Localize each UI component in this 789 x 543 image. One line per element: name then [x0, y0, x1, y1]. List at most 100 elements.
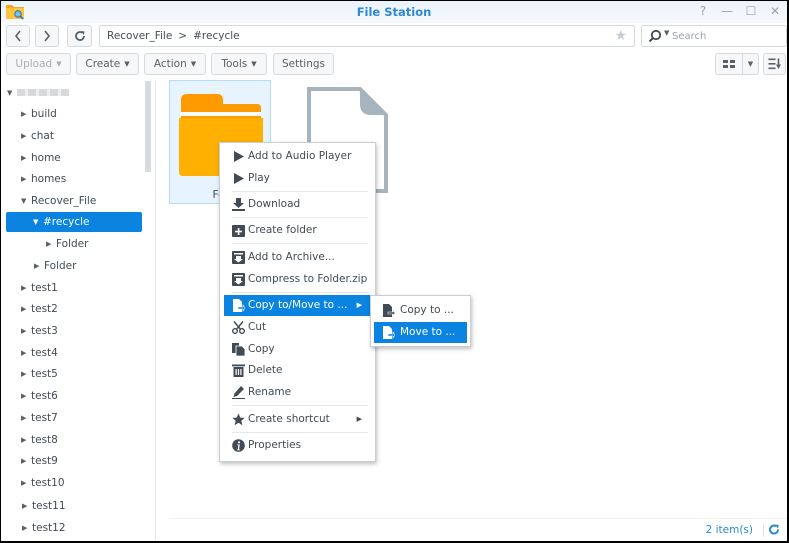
favorite-star-icon[interactable]: ★	[614, 29, 627, 43]
menu-item-cut[interactable]: Cut	[224, 317, 371, 338]
refresh-icon[interactable]	[768, 523, 780, 536]
tree-item-test12[interactable]: ▶ test12	[22, 518, 66, 538]
collapsed-arrow-icon[interactable]: ▶	[22, 496, 32, 516]
tree-item-test1[interactable]: ▶ test1	[21, 278, 58, 298]
action-label: Action	[153, 58, 187, 70]
search-input[interactable]	[672, 28, 782, 44]
forward-button[interactable]	[35, 25, 59, 47]
submenu-arrow-icon: ▶	[356, 301, 362, 309]
tree-item-home[interactable]: ▶ home	[21, 148, 61, 168]
tree-item-test3[interactable]: ▶ test3	[21, 321, 58, 341]
path-bar[interactable]: Recover_File > #recycle ★	[99, 25, 635, 47]
expanded-arrow-icon[interactable]: ▼	[7, 83, 17, 103]
menu-item-download[interactable]: Download	[224, 194, 371, 215]
tree-item-folder[interactable]: ▶ Folder	[34, 256, 76, 276]
menu-item-add-to-audio-player[interactable]: Add to Audio Player	[224, 146, 371, 167]
search-options-caret-icon[interactable]: ▼	[664, 29, 669, 37]
collapsed-arrow-icon[interactable]: ▶	[21, 343, 31, 363]
tree-item-test9[interactable]: ▶ test9	[21, 451, 58, 471]
menu-item-properties[interactable]: Properties	[224, 435, 371, 456]
pencil-icon	[232, 386, 245, 399]
menu-separator	[232, 217, 368, 218]
sidebar-scrollbar[interactable]	[145, 81, 151, 172]
tree-item-build[interactable]: ▶ build	[21, 104, 57, 124]
collapsed-arrow-icon[interactable]: ▶	[21, 299, 31, 319]
menu-item-copy-move-to[interactable]: Copy to/Move to ... ▶	[224, 295, 371, 316]
create-button[interactable]: Create ▼	[76, 53, 139, 75]
collapsed-arrow-icon[interactable]: ▶	[21, 104, 31, 124]
refresh-icon	[74, 31, 85, 41]
submenu-item-label: Copy to ...	[400, 304, 454, 316]
settings-button[interactable]: Settings	[273, 53, 334, 75]
collapsed-arrow-icon[interactable]: ▶	[34, 256, 44, 276]
maximize-button[interactable]: ☐	[744, 4, 758, 18]
tree-root[interactable]: ▼	[7, 83, 69, 103]
file-station-window: File Station ? — ☐ ✕ Recover_File > #recyc…	[1, 1, 787, 541]
submenu-item-move-to[interactable]: Move to ...	[374, 322, 467, 343]
play-icon	[234, 151, 244, 162]
tree-item-recycle-folder[interactable]: ▶ Folder	[46, 234, 88, 254]
search-box[interactable]: ▼	[641, 25, 787, 47]
upload-button[interactable]: Upload ▼	[6, 53, 71, 75]
menu-item-label: Play	[248, 172, 270, 184]
tree-item-test5[interactable]: ▶ test5	[21, 364, 58, 384]
view-mode-button[interactable]	[715, 53, 743, 75]
status-bar: 2 item(s)	[169, 518, 787, 541]
tree-item-recover-file[interactable]: ▼ Recover_File	[21, 191, 96, 211]
menu-item-delete[interactable]: Delete	[224, 360, 371, 381]
expanded-arrow-icon[interactable]: ▼	[21, 191, 31, 211]
breadcrumb-item[interactable]: #recycle	[193, 30, 239, 42]
tree-item-test11[interactable]: ▶ test11	[22, 496, 66, 516]
tools-button[interactable]: Tools ▼	[211, 53, 267, 75]
collapsed-arrow-icon[interactable]: ▶	[21, 408, 31, 428]
collapsed-arrow-icon[interactable]: ▶	[21, 169, 31, 189]
tree-item-label: Folder	[44, 260, 77, 272]
menu-item-create-folder[interactable]: Create folder	[224, 220, 371, 241]
collapsed-arrow-icon[interactable]: ▶	[46, 234, 56, 254]
tree-item-homes[interactable]: ▶ homes	[21, 169, 66, 189]
breadcrumb-item[interactable]: Recover_File	[107, 30, 172, 42]
breadcrumb-separator: >	[178, 30, 188, 42]
menu-separator	[232, 432, 368, 433]
sort-button[interactable]	[763, 53, 786, 75]
close-button[interactable]: ✕	[768, 4, 782, 18]
menu-item-copy[interactable]: Copy	[224, 339, 371, 360]
search-icon[interactable]	[648, 29, 662, 43]
collapsed-arrow-icon[interactable]: ▶	[22, 518, 32, 538]
collapsed-arrow-icon[interactable]: ▶	[21, 473, 31, 493]
collapsed-arrow-icon[interactable]: ▶	[21, 364, 31, 384]
menu-item-play[interactable]: Play	[224, 168, 371, 189]
collapsed-arrow-icon[interactable]: ▶	[21, 386, 31, 406]
menu-item-create-shortcut[interactable]: Create shortcut ▶	[224, 409, 371, 430]
collapsed-arrow-icon[interactable]: ▶	[21, 321, 31, 341]
minimize-button[interactable]: —	[720, 4, 734, 18]
tree-item-test8[interactable]: ▶ test8	[21, 430, 58, 450]
submenu-item-copy-to[interactable]: Copy to ...	[374, 300, 467, 321]
menu-item-compress[interactable]: Compress to Folder.zip	[224, 269, 371, 290]
tree-item-test4[interactable]: ▶ test4	[21, 343, 58, 363]
tree-item-chat[interactable]: ▶ chat	[21, 126, 54, 146]
tree-item-test10[interactable]: ▶ test10	[21, 473, 65, 493]
tree-item-test7[interactable]: ▶ test7	[21, 408, 58, 428]
copy-move-submenu: Copy to ... Move to ...	[370, 295, 471, 347]
expanded-arrow-icon[interactable]: ▼	[33, 212, 43, 232]
star-icon	[232, 413, 245, 426]
action-button[interactable]: Action ▼	[144, 53, 206, 75]
menu-item-label: Properties	[248, 439, 302, 451]
collapsed-arrow-icon[interactable]: ▶	[21, 451, 31, 471]
tree-item-test2[interactable]: ▶ test2	[21, 299, 58, 319]
collapsed-arrow-icon[interactable]: ▶	[21, 126, 31, 146]
menu-item-add-to-archive[interactable]: Add to Archive...	[224, 247, 371, 268]
tree-item-recycle[interactable]: ▼ #recycle	[6, 212, 142, 232]
menu-item-rename[interactable]: Rename	[224, 382, 371, 403]
refresh-button[interactable]	[67, 25, 92, 47]
view-mode-dropdown[interactable]: ▼	[742, 53, 759, 75]
back-button[interactable]	[6, 25, 30, 47]
collapsed-arrow-icon[interactable]: ▶	[21, 430, 31, 450]
collapsed-arrow-icon[interactable]: ▶	[21, 148, 31, 168]
tree-item-label: test8	[31, 434, 58, 446]
tree-item-test6[interactable]: ▶ test6	[21, 386, 58, 406]
menu-item-label: Rename	[248, 386, 292, 398]
collapsed-arrow-icon[interactable]: ▶	[21, 278, 31, 298]
help-button[interactable]: ?	[696, 4, 710, 18]
